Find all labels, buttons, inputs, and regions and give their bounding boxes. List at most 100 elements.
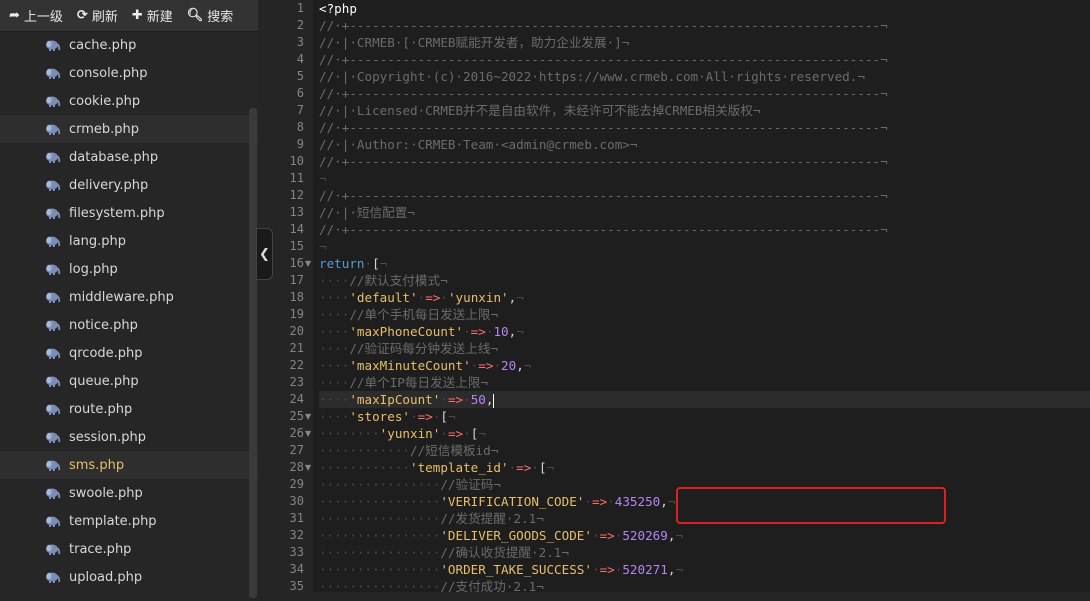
code-area[interactable]: <?php //·+-------------------------------…: [319, 0, 1090, 601]
new-button[interactable]: ✚ 新建: [123, 0, 178, 31]
line-number: 20: [289, 324, 304, 338]
sidebar-scrollbar[interactable]: [249, 108, 257, 598]
up-level-button[interactable]: ➦ 上一级: [0, 0, 68, 31]
code-token: 'maxPhoneCount': [349, 324, 464, 339]
line-number: 13: [289, 205, 304, 219]
php-file-icon: [46, 180, 61, 191]
code-line: //·+------------------------------------…: [319, 187, 1090, 204]
file-name: lang.php: [69, 233, 126, 249]
file-item[interactable]: swoole.php: [0, 479, 258, 507]
code-token: ·: [463, 426, 471, 441]
fold-toggle-icon[interactable]: ▼: [305, 425, 311, 442]
line-number: 23: [289, 375, 304, 389]
code-token: //·+------------------------------------…: [319, 18, 888, 33]
line-number: 21: [289, 341, 304, 355]
code-token: 520269: [622, 528, 668, 543]
file-item[interactable]: middleware.php: [0, 283, 258, 311]
code-token: =>: [516, 460, 532, 475]
file-item[interactable]: notice.php: [0, 311, 258, 339]
collapse-sidebar-button[interactable]: ❮: [256, 228, 273, 280]
code-token: 'yunxin': [379, 426, 441, 441]
fold-toggle-icon[interactable]: ▼: [305, 408, 311, 425]
code-token: 50: [470, 392, 486, 407]
code-token: //验证码¬: [440, 477, 501, 492]
code-token: ················: [319, 545, 441, 560]
code-editor[interactable]: 1 2 3 4 5 6 7 8 9 10 11 12 13 14 15 16 ▼ 17 18 19 20 21 22 23 24…: [258, 0, 1090, 601]
file-toolbar: ➦ 上一级 ⟳ 刷新 ✚ 新建 🔍︎ 搜索: [0, 0, 258, 32]
file-item[interactable]: crmeb.php: [0, 115, 258, 143]
line-number: 6: [296, 86, 304, 100]
code-line: //·+------------------------------------…: [319, 85, 1090, 102]
line-number: 25: [289, 409, 304, 423]
code-token: 435250: [614, 494, 661, 509]
line-number: 22: [289, 358, 304, 372]
file-name: swoole.php: [69, 485, 143, 501]
php-file-icon: [46, 124, 61, 135]
file-item[interactable]: cache.php: [0, 31, 258, 59]
file-item[interactable]: log.php: [0, 255, 258, 283]
file-name: session.php: [69, 429, 146, 445]
code-token: ·: [410, 409, 418, 424]
file-item[interactable]: lang.php: [0, 227, 258, 255]
file-name: qrcode.php: [69, 345, 143, 361]
file-item[interactable]: delivery.php: [0, 171, 258, 199]
file-name: notice.php: [69, 317, 138, 333]
php-file-icon: [46, 320, 61, 331]
file-item[interactable]: template.php: [0, 507, 258, 535]
line-number: 18: [289, 290, 304, 304]
code-token: ········: [319, 426, 380, 441]
file-item[interactable]: sms.php: [0, 451, 258, 479]
code-line: ····//单个手机每日发送上限¬: [319, 306, 1090, 323]
code-token: //短信模板id¬: [410, 443, 499, 458]
file-item[interactable]: route.php: [0, 395, 258, 423]
refresh-button[interactable]: ⟳ 刷新: [68, 0, 123, 31]
code-token: 'VERIFICATION_CODE': [440, 494, 585, 509]
fold-toggle-icon[interactable]: ▼: [305, 255, 311, 272]
code-token: //·|·Author:·CRMEB·Team·<admin@crmeb.com…: [319, 137, 638, 152]
text-cursor: [493, 393, 495, 408]
file-item[interactable]: database.php: [0, 143, 258, 171]
file-item[interactable]: qrcode.php: [0, 339, 258, 367]
code-token: ····: [319, 392, 350, 407]
code-token: =>: [447, 392, 464, 407]
code-token: ¬: [667, 494, 676, 509]
file-item[interactable]: cookie.php: [0, 87, 258, 115]
new-label: 新建: [146, 10, 173, 25]
code-line: //·|·Author:·CRMEB·Team·<admin@crmeb.com…: [319, 136, 1090, 153]
code-token: ············: [319, 460, 410, 475]
editor-status-bar: [258, 592, 1090, 601]
code-token: ····: [319, 290, 350, 305]
code-line: return·[¬: [319, 255, 1090, 272]
refresh-icon: ⟳: [76, 8, 88, 23]
fold-toggle-icon[interactable]: ▼: [305, 459, 311, 476]
search-button[interactable]: 🔍︎ 搜索: [178, 0, 239, 31]
code-token: ¬: [516, 290, 524, 305]
chevron-left-icon: ❮: [259, 246, 270, 262]
code-token: ·: [584, 494, 592, 509]
file-name: queue.php: [69, 373, 139, 389]
php-file-icon: [46, 376, 61, 387]
code-token: ····: [319, 358, 350, 373]
file-item[interactable]: upload.php: [0, 563, 258, 591]
php-file-icon: [46, 68, 61, 79]
code-token: =>: [425, 290, 441, 305]
line-number: 31: [289, 511, 304, 525]
file-item[interactable]: console.php: [0, 59, 258, 87]
code-token: ·: [364, 256, 373, 271]
code-token: ¬: [379, 256, 388, 271]
line-number: 4: [296, 52, 304, 66]
php-file-icon: [46, 572, 61, 583]
file-item[interactable]: trace.php: [0, 535, 258, 563]
file-name: upload.php: [69, 569, 143, 585]
file-item[interactable]: filesystem.php: [0, 199, 258, 227]
line-number: 29: [289, 477, 304, 491]
code-token: ····: [319, 341, 350, 356]
code-token: ····: [319, 324, 350, 339]
code-token: ····: [319, 375, 350, 390]
code-token: ·: [440, 426, 448, 441]
line-number: 3: [296, 35, 304, 49]
code-line: //·+------------------------------------…: [319, 221, 1090, 238]
file-item[interactable]: session.php: [0, 423, 258, 451]
file-item[interactable]: queue.php: [0, 367, 258, 395]
code-token: ¬: [675, 528, 684, 543]
